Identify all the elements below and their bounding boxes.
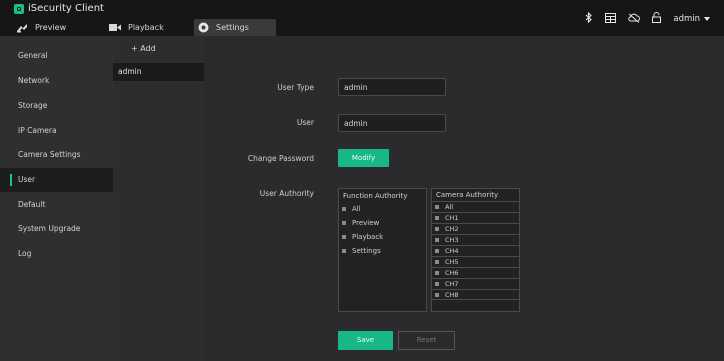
- checkbox-icon[interactable]: [435, 271, 439, 275]
- camera-authority-box: Camera Authority All CH1 CH2 CH3 CH4 CH5…: [431, 188, 520, 312]
- sidebar-item-camera-settings[interactable]: Camera Settings: [0, 143, 113, 167]
- sidebar-item-storage[interactable]: Storage: [0, 94, 113, 118]
- function-authority-item[interactable]: Preview: [342, 219, 379, 227]
- app-title: iSecurity Client: [14, 3, 104, 14]
- user-list-panel: + Add admin: [113, 36, 205, 361]
- cloud-off-icon[interactable]: [628, 13, 641, 26]
- sidebar-item-user[interactable]: User: [0, 168, 113, 192]
- bluetooth-icon[interactable]: [585, 11, 593, 26]
- sidebar-item-default[interactable]: Default: [0, 193, 113, 217]
- modify-password-button[interactable]: Modify: [338, 149, 389, 167]
- sidebar-item-network[interactable]: Network: [0, 69, 113, 93]
- settings-sidebar: General Network Storage IP Camera Camera…: [0, 36, 114, 361]
- checkbox-icon[interactable]: [342, 207, 346, 211]
- preview-icon: [16, 23, 28, 33]
- camera-authority-header: Camera Authority: [436, 191, 499, 199]
- camera-authority-item[interactable]: CH6: [432, 267, 519, 278]
- function-authority-item[interactable]: All: [342, 205, 361, 213]
- user-type-field[interactable]: [338, 78, 446, 96]
- function-authority-item[interactable]: Playback: [342, 233, 383, 241]
- user-authority-label: User Authority: [259, 189, 314, 198]
- caret-down-icon: [704, 14, 710, 24]
- save-button[interactable]: Save: [338, 331, 393, 350]
- playback-icon: [109, 23, 121, 32]
- user-menu[interactable]: admin: [673, 14, 710, 24]
- camera-authority-item[interactable]: All: [432, 201, 519, 212]
- tab-preview[interactable]: Preview: [16, 19, 96, 36]
- camera-authority-item[interactable]: CH5: [432, 256, 519, 267]
- camera-authority-item[interactable]: CH4: [432, 245, 519, 256]
- tab-playback[interactable]: Playback: [109, 19, 189, 36]
- camera-authority-item[interactable]: CH3: [432, 234, 519, 245]
- user-type-label: User Type: [277, 83, 314, 92]
- top-right-tools: admin: [585, 11, 710, 26]
- camera-authority-item[interactable]: CH7: [432, 278, 519, 289]
- sidebar-item-system-upgrade[interactable]: System Upgrade: [0, 217, 113, 241]
- app-logo-icon: [14, 3, 24, 14]
- monitor-grid-icon[interactable]: [605, 12, 617, 26]
- function-authority-box: Function Authority All Preview Playback …: [338, 188, 427, 312]
- user-label: User: [296, 118, 314, 127]
- app-title-text: iSecurity Client: [28, 3, 104, 14]
- sidebar-item-ip-camera[interactable]: IP Camera: [0, 119, 113, 143]
- function-authority-header: Function Authority: [343, 192, 408, 200]
- checkbox-icon[interactable]: [435, 292, 439, 297]
- checkbox-icon[interactable]: [342, 249, 346, 253]
- checkbox-icon[interactable]: [435, 205, 439, 209]
- function-authority-item[interactable]: Settings: [342, 247, 381, 255]
- gear-icon: [198, 22, 209, 33]
- checkbox-icon[interactable]: [435, 238, 439, 242]
- sidebar-item-general[interactable]: General: [0, 44, 113, 68]
- checkbox-icon[interactable]: [435, 227, 439, 231]
- top-bar: iSecurity Client Preview Playback Settin…: [0, 0, 724, 36]
- tab-settings[interactable]: Settings: [194, 19, 276, 36]
- camera-authority-item[interactable]: CH8: [432, 289, 519, 300]
- checkbox-icon[interactable]: [342, 235, 346, 239]
- username-label: admin: [673, 14, 700, 24]
- checkbox-icon[interactable]: [435, 216, 439, 220]
- checkbox-icon[interactable]: [435, 260, 439, 264]
- tab-settings-label: Settings: [216, 23, 249, 32]
- user-field[interactable]: [338, 114, 446, 132]
- sidebar-item-log[interactable]: Log: [0, 242, 113, 266]
- tab-playback-label: Playback: [128, 23, 164, 32]
- camera-authority-item[interactable]: CH2: [432, 223, 519, 234]
- change-password-label: Change Password: [247, 154, 314, 163]
- add-user-button[interactable]: + Add: [131, 44, 156, 53]
- checkbox-icon[interactable]: [435, 249, 439, 253]
- user-list-item[interactable]: admin: [113, 63, 204, 81]
- camera-authority-item[interactable]: CH1: [432, 212, 519, 223]
- lock-icon[interactable]: [652, 12, 662, 26]
- checkbox-icon[interactable]: [435, 282, 439, 286]
- tab-preview-label: Preview: [35, 23, 67, 32]
- user-settings-form: User Type User Change Password Modify Us…: [204, 36, 724, 361]
- reset-button[interactable]: Reset: [398, 331, 455, 350]
- checkbox-icon[interactable]: [342, 221, 346, 225]
